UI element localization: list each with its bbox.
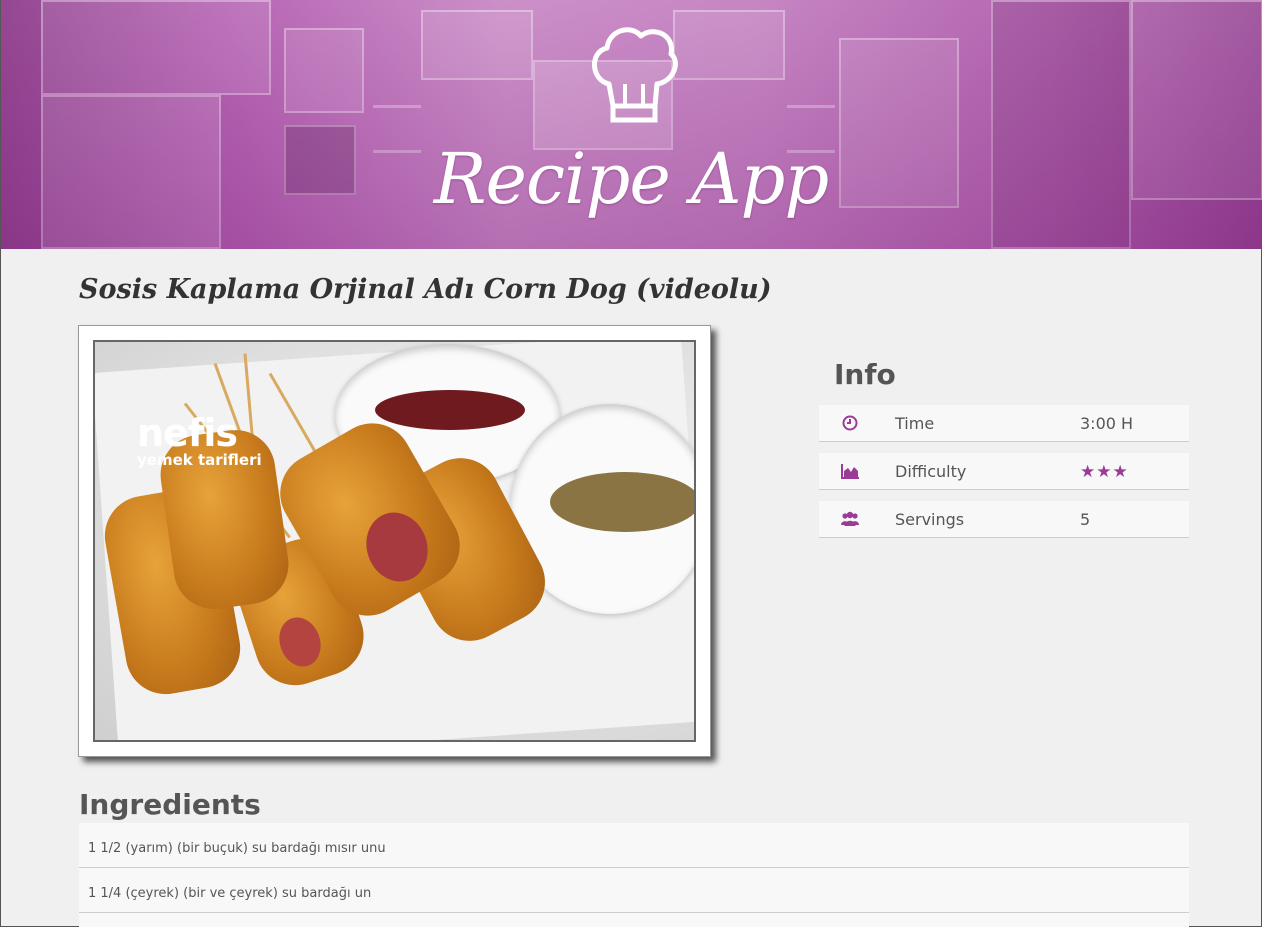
info-label-difficulty: Difficulty bbox=[895, 462, 967, 481]
info-heading: Info bbox=[834, 358, 896, 391]
info-value-time: 3:00 H bbox=[1080, 414, 1134, 433]
ingredient-item: 1 1/2 (yarım) (bir buçuk) su bardağı mıs… bbox=[79, 823, 1189, 868]
info-row-difficulty: Difficulty ★★★ bbox=[819, 453, 1189, 490]
ingredients-heading: Ingredients bbox=[79, 788, 261, 821]
info-row-servings: Servings 5 bbox=[819, 501, 1189, 538]
info-value-servings: 5 bbox=[1080, 510, 1091, 529]
header-banner: Recipe App bbox=[1, 0, 1262, 249]
info-label-servings: Servings bbox=[895, 510, 965, 529]
recipe-title: Sosis Kaplama Orjinal Adı Corn Dog (vide… bbox=[79, 274, 772, 305]
clock-icon bbox=[842, 415, 858, 431]
recipe-image: nefis yemek tarifleri bbox=[93, 340, 696, 742]
difficulty-stars: ★★★ bbox=[1080, 462, 1129, 482]
area-chart-icon bbox=[841, 464, 859, 479]
app-logo-text[interactable]: Recipe App bbox=[421, 138, 841, 220]
ingredient-item: 1 1/4 (çeyrek) (bir ve çeyrek) su bardağ… bbox=[79, 868, 1189, 913]
recipe-image-frame: nefis yemek tarifleri bbox=[78, 325, 711, 757]
ingredient-item-partial bbox=[79, 913, 1189, 927]
chef-hat-icon bbox=[592, 27, 678, 123]
users-icon bbox=[841, 511, 859, 526]
info-label-time: Time bbox=[895, 414, 935, 433]
info-row-time: Time 3:00 H bbox=[819, 405, 1189, 442]
image-watermark: nefis yemek tarifleri bbox=[137, 411, 262, 469]
